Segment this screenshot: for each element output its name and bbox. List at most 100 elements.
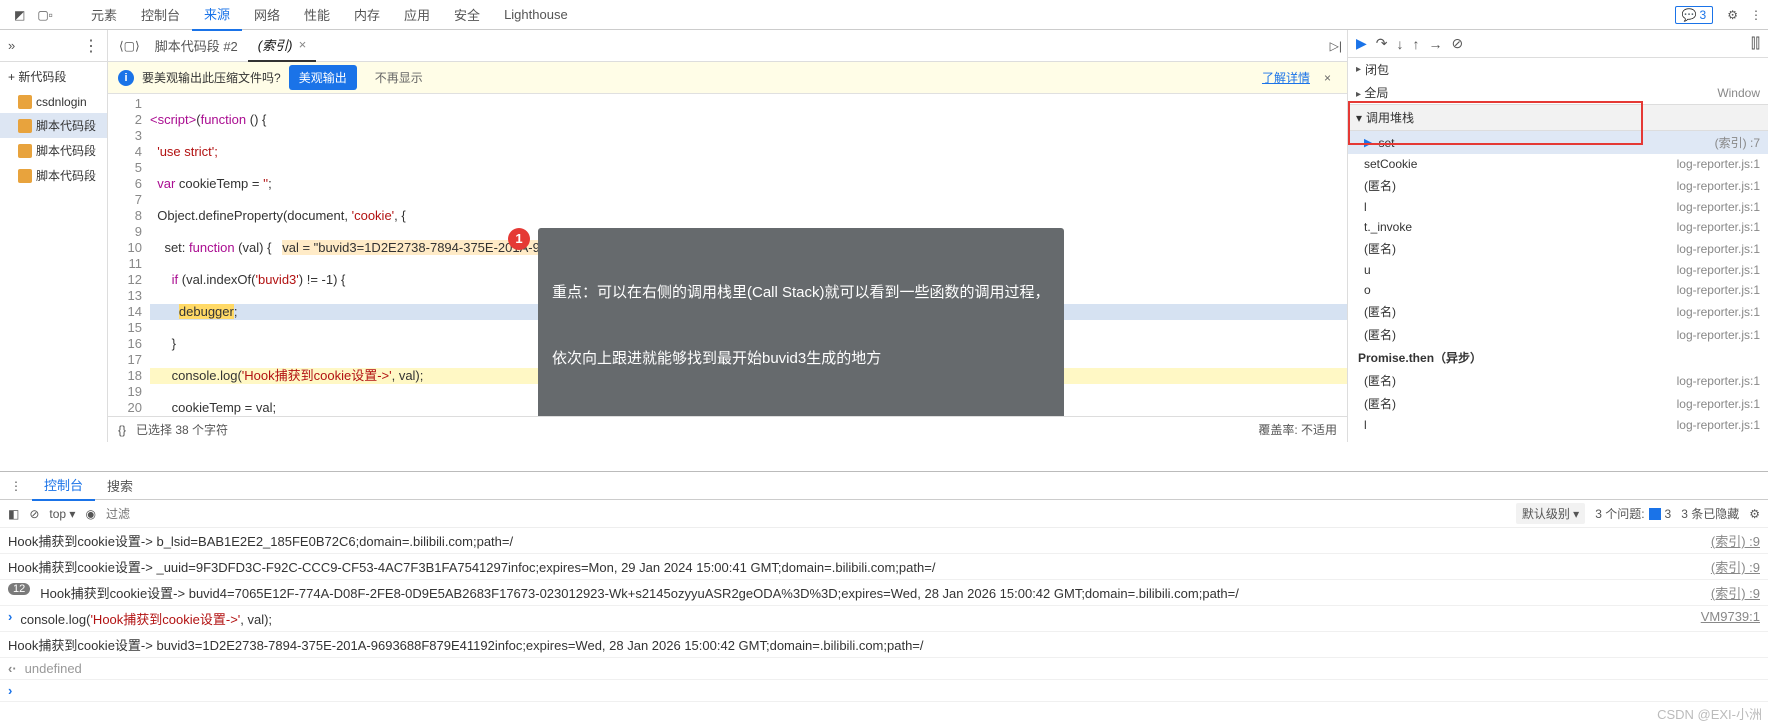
file-tab-active[interactable]: (索引)× bbox=[248, 30, 316, 62]
callstack-frame[interactable]: llog-reporter.js:1 bbox=[1348, 415, 1768, 435]
editor-pane: ⟨▢⟩ 脚本代码段 #2 (索引)× ▷| i 要美观输出此压缩文件吗? 美观输… bbox=[108, 30, 1348, 442]
snippet-icon bbox=[18, 144, 32, 158]
clear-console-icon[interactable]: ⊘ bbox=[29, 507, 39, 521]
close-infobar-icon[interactable]: × bbox=[1318, 71, 1337, 85]
tab-elements[interactable]: 元素 bbox=[79, 0, 129, 30]
callstack-header[interactable]: ▾调用堆栈 bbox=[1348, 104, 1768, 131]
dismiss-button[interactable]: 不再显示 bbox=[365, 65, 433, 90]
coverage-info: 覆盖率: 不适用 bbox=[1258, 421, 1337, 438]
settings-icon[interactable]: ⚙ bbox=[1721, 4, 1744, 26]
step-icon[interactable]: → bbox=[1429, 36, 1443, 52]
snippet-file[interactable]: 脚本代码段 bbox=[0, 138, 107, 163]
live-expr-icon[interactable]: ◉ bbox=[85, 507, 95, 521]
scope-global[interactable]: ▸ 全局Window bbox=[1348, 81, 1768, 104]
file-tab[interactable]: 脚本代码段 #2 bbox=[145, 30, 248, 62]
snippet-file[interactable]: csdnlogin bbox=[0, 91, 107, 113]
snippet-icon bbox=[18, 95, 32, 109]
navigator-more-icon[interactable]: ⋮ bbox=[83, 36, 99, 56]
callstack-frame[interactable]: (匿名)log-reporter.js:1 bbox=[1348, 392, 1768, 415]
drawer-tab-search[interactable]: 搜索 bbox=[95, 471, 145, 500]
pause-exc-icon[interactable]: ⫿⫿ bbox=[1751, 35, 1760, 52]
callstack-frame[interactable]: llog-reporter.js:1 bbox=[1348, 197, 1768, 217]
snippet-icon bbox=[18, 169, 32, 183]
debug-toolbar: ▶ ↷ ↓ ↑ → ⊘ ⫿⫿ bbox=[1348, 30, 1768, 58]
hidden-count[interactable]: 3 条已隐藏 bbox=[1681, 505, 1739, 522]
snippet-icon bbox=[18, 119, 32, 133]
console-log-line: Hook捕获到cookie设置-> b_lsid=BAB1E2E2_185FE0… bbox=[0, 528, 1768, 554]
console-toolbar: ◧ ⊘ top ▾ ◉ 默认级别 ▾ 3 个问题: 3 3 条已隐藏 ⚙ bbox=[0, 500, 1768, 528]
step-into-icon[interactable]: ↓ bbox=[1397, 36, 1404, 52]
navigator-pane: » ⋮ + 新代码段 csdnlogin 脚本代码段 脚本代码段 脚本代码段 bbox=[0, 30, 108, 442]
log-level-selector[interactable]: 默认级别 ▾ bbox=[1516, 503, 1585, 524]
format-icon[interactable]: {} bbox=[118, 423, 126, 437]
expand-icon[interactable]: » bbox=[8, 38, 15, 53]
editor-statusbar: {} 已选择 38 个字符 覆盖率: 不适用 bbox=[108, 416, 1347, 442]
add-snippet-button[interactable]: + 新代码段 bbox=[0, 62, 107, 91]
callstack-frame[interactable]: Promise.then（异步） bbox=[1348, 346, 1768, 369]
console-log-line: 12Hook捕获到cookie设置-> buvid4=7065E12F-774A… bbox=[0, 580, 1768, 606]
tab-console[interactable]: 控制台 bbox=[129, 0, 192, 30]
console-log-line: Hook捕获到cookie设置-> _uuid=9F3DFD3C-F92C-CC… bbox=[0, 554, 1768, 580]
console-log-line: Hook捕获到cookie设置-> buvid3=1D2E2738-7894-3… bbox=[0, 632, 1768, 658]
tab-lighthouse[interactable]: Lighthouse bbox=[492, 1, 580, 28]
messages-badge[interactable]: 💬3 bbox=[1675, 6, 1714, 24]
deactivate-bp-icon[interactable]: ⊘ bbox=[1452, 35, 1464, 52]
code-content: <script>(function () { 'use strict'; var… bbox=[150, 94, 1347, 416]
callstack-frame[interactable]: olog-reporter.js:1 bbox=[1348, 280, 1768, 300]
tab-application[interactable]: 应用 bbox=[392, 0, 442, 30]
close-icon[interactable]: × bbox=[298, 37, 306, 52]
inspect-icon[interactable]: ◩ bbox=[8, 4, 31, 26]
callstack-frame[interactable]: (匿名)log-reporter.js:1 bbox=[1348, 237, 1768, 260]
call-stack-section: ▾调用堆栈 ▶set(索引) :7setCookielog-reporter.j… bbox=[1348, 104, 1768, 435]
callstack-frame[interactable]: (匿名)log-reporter.js:1 bbox=[1348, 323, 1768, 346]
debugger-pane: ▶ ↷ ↓ ↑ → ⊘ ⫿⫿ ▸闭包 ▸ 全局Window ▾调用堆栈 ▶set… bbox=[1348, 30, 1768, 442]
device-icon[interactable]: ▢▫ bbox=[31, 4, 59, 26]
run-icon[interactable]: ▷| bbox=[1325, 39, 1347, 53]
scope-closure[interactable]: ▸闭包 bbox=[1348, 58, 1768, 81]
tab-sources[interactable]: 来源 bbox=[192, 0, 242, 31]
context-selector[interactable]: top ▾ bbox=[49, 507, 75, 521]
line-gutter: 123456789101112131415161718192021 bbox=[108, 94, 150, 416]
issues-indicator[interactable]: 3 个问题: 3 bbox=[1595, 505, 1671, 522]
annotation-number: 1 bbox=[508, 228, 530, 250]
console-settings-icon[interactable]: ⚙ bbox=[1749, 507, 1760, 521]
drawer-tab-console[interactable]: 控制台 bbox=[32, 470, 95, 501]
step-over-icon[interactable]: ↷ bbox=[1376, 35, 1388, 52]
callstack-frame[interactable]: t._invokelog-reporter.js:1 bbox=[1348, 217, 1768, 237]
pretty-print-button[interactable]: 美观输出 bbox=[289, 65, 357, 90]
sidebar-toggle-icon[interactable]: ◧ bbox=[8, 507, 19, 521]
console-tabbar: ⋮ 控制台 搜索 bbox=[0, 472, 1768, 500]
filter-input[interactable] bbox=[106, 507, 1506, 521]
watermark: CSDN @EXI-小洲 bbox=[1657, 704, 1762, 723]
callstack-frame[interactable]: (匿名)log-reporter.js:1 bbox=[1348, 369, 1768, 392]
tab-performance[interactable]: 性能 bbox=[292, 0, 342, 30]
tab-security[interactable]: 安全 bbox=[442, 0, 492, 30]
file-tabbar: ⟨▢⟩ 脚本代码段 #2 (索引)× ▷| bbox=[108, 30, 1347, 62]
learn-more-link[interactable]: 了解详情 bbox=[1262, 69, 1310, 86]
step-out-icon[interactable]: ↑ bbox=[1413, 36, 1420, 52]
snippet-file[interactable]: 脚本代码段 bbox=[0, 113, 107, 138]
tab-memory[interactable]: 内存 bbox=[342, 0, 392, 30]
console-log-line: ›console.log('Hook捕获到cookie设置->', val);V… bbox=[0, 606, 1768, 632]
annotation-text: 重点：可以在右侧的调用栈里(Call Stack)就可以看到一些函数的调用过程，… bbox=[538, 228, 1064, 416]
snippet-file[interactable]: 脚本代码段 bbox=[0, 163, 107, 188]
drawer-more-icon[interactable]: ⋮ bbox=[0, 479, 32, 493]
devtools-top-tabbar: ◩ ▢▫ 元素 控制台 来源 网络 性能 内存 应用 安全 Lighthouse… bbox=[0, 0, 1768, 30]
annotation-callout: 1 重点：可以在右侧的调用栈里(Call Stack)就可以看到一些函数的调用过… bbox=[508, 228, 1064, 416]
console-drawer: ⋮ 控制台 搜索 ◧ ⊘ top ▾ ◉ 默认级别 ▾ 3 个问题: 3 3 条… bbox=[0, 471, 1768, 723]
callstack-frame[interactable]: ulog-reporter.js:1 bbox=[1348, 260, 1768, 280]
callstack-frame[interactable]: ▶set(索引) :7 bbox=[1348, 131, 1768, 154]
tab-network[interactable]: 网络 bbox=[242, 0, 292, 30]
callstack-frame[interactable]: setCookielog-reporter.js:1 bbox=[1348, 154, 1768, 174]
history-back-icon[interactable]: ⟨▢⟩ bbox=[114, 39, 145, 53]
pretty-print-infobar: i 要美观输出此压缩文件吗? 美观输出 不再显示 了解详情 × bbox=[108, 62, 1347, 94]
resume-icon[interactable]: ▶ bbox=[1356, 35, 1367, 52]
more-icon[interactable]: ⋮ bbox=[1744, 4, 1768, 26]
callstack-frame[interactable]: (匿名)log-reporter.js:1 bbox=[1348, 174, 1768, 197]
selection-info: 已选择 38 个字符 bbox=[136, 421, 228, 438]
callstack-frame[interactable]: (匿名)log-reporter.js:1 bbox=[1348, 300, 1768, 323]
infobar-text: 要美观输出此压缩文件吗? bbox=[142, 69, 281, 86]
console-output[interactable]: Hook捕获到cookie设置-> b_lsid=BAB1E2E2_185FE0… bbox=[0, 528, 1768, 723]
code-editor[interactable]: 123456789101112131415161718192021 <scrip… bbox=[108, 94, 1347, 416]
console-log-line: ‹·undefined bbox=[0, 658, 1768, 680]
